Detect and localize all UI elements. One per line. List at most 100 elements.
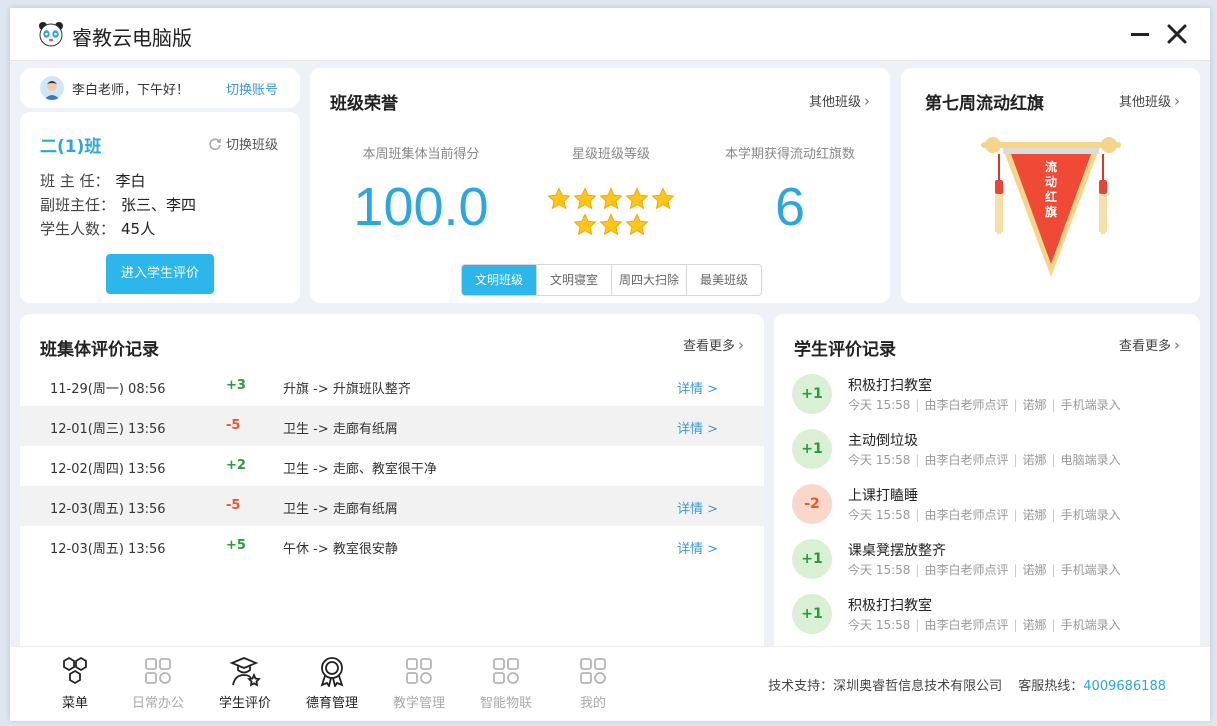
flag-count-value: 6: [774, 177, 806, 237]
enter-student-eval-button[interactable]: 进入学生评价: [106, 254, 214, 294]
score-badge: +1: [792, 539, 832, 579]
eval-title: 积极打扫教室: [848, 378, 932, 394]
bottom-nav-bar: 菜单 日常办公 学生评价 德育管理 教学管理 智能物联 我的 技术支持：深圳奥睿…: [10, 646, 1210, 721]
eval-time: 今天 15:58: [848, 453, 911, 467]
nav-item-student-eval[interactable]: 学生评价: [210, 655, 280, 711]
hotline-number: 4009686188: [1083, 679, 1166, 694]
eval-source: 手机端录入: [1060, 508, 1121, 522]
greeting-card: 李白老师，下午好！ 切换账号: [20, 68, 300, 108]
chevron-right-icon: ›: [1174, 92, 1180, 110]
nav-label: 菜单: [61, 696, 88, 711]
flag-other-class-link[interactable]: 其他班级 ›: [1119, 91, 1180, 110]
tab-thursday-cleaning[interactable]: 周四大扫除: [611, 265, 686, 295]
star-icon: [625, 213, 649, 236]
avatar[interactable]: [40, 76, 64, 100]
record-detail-link[interactable]: 详情 >: [677, 378, 718, 397]
flag-text: 流动红旗: [1044, 160, 1057, 219]
record-detail-link[interactable]: 详情 >: [677, 498, 718, 517]
apps-grid-icon: [145, 658, 171, 684]
nav-label: 学生评价: [218, 696, 271, 711]
eval-meta: 今天 15:58 | 由李白老师点评 | 诺娜 | 电脑端录入: [848, 453, 1121, 467]
nav-item-mine[interactable]: 我的: [558, 655, 628, 711]
star-icon: [573, 213, 597, 236]
switch-account-link[interactable]: 切换账号: [226, 79, 278, 98]
switch-class-button[interactable]: 切换班级: [208, 134, 278, 153]
list-item[interactable]: -2 上课打瞌睡 今天 15:58 | 由李白老师点评 | 诺娜 | 手机端录入: [792, 484, 1172, 539]
class-name: 二(1)班: [40, 137, 102, 157]
red-flag-card: 第七周流动红旗 其他班级 › 流动红旗: [901, 68, 1200, 303]
eval-title: 课桌凳摆放整齐: [848, 543, 946, 559]
star-icon: [651, 187, 675, 210]
class-records-title: 班集体评价记录: [40, 340, 159, 360]
eval-by: 由李白老师点评: [924, 453, 1009, 467]
tab-best-class[interactable]: 最美班级: [686, 265, 761, 295]
nav-label: 教学管理: [392, 696, 445, 711]
record-date: 11-29(周一) 08:56: [50, 382, 166, 397]
chevron-right-icon: ›: [1174, 336, 1180, 354]
student-records-card: 学生评价记录 查看更多 › +1 积极打扫教室 今天 15:58 | 由李白老师点评 |…: [774, 314, 1200, 654]
nav-item-iot[interactable]: 智能物联: [471, 655, 541, 711]
star-icon: [625, 187, 649, 210]
nav-item-moral-edu[interactable]: 德育管理: [297, 655, 367, 711]
eval-by: 由李白老师点评: [924, 398, 1009, 412]
eval-time: 今天 15:58: [848, 618, 911, 632]
student-records-more-link[interactable]: 查看更多 ›: [1119, 335, 1180, 354]
switch-class-label: 切换班级: [225, 138, 278, 153]
record-detail-link[interactable]: 详情 >: [677, 538, 718, 557]
eval-meta: 今天 15:58 | 由李白老师点评 | 诺娜 | 手机端录入: [848, 398, 1121, 412]
head-teacher-row: 班 主 任： 李白: [40, 170, 146, 191]
class-honor-card: 班级荣誉 其他班级 › 本周班集体当前得分 100.0 星级班级等级 本学期获得流…: [310, 68, 890, 303]
support-company: 技术支持：深圳奥睿哲信息技术有限公司: [768, 679, 1003, 694]
eval-meta: 今天 15:58 | 由李白老师点评 | 诺娜 | 手机端录入: [848, 618, 1121, 632]
record-desc: 卫生 -> 走廊有纸屑: [283, 502, 398, 517]
nav-item-office[interactable]: 日常办公: [123, 655, 193, 711]
weekly-score-value: 100.0: [353, 177, 489, 237]
eval-student: 诺娜: [1022, 508, 1047, 522]
student-records-title: 学生评价记录: [794, 340, 896, 360]
record-score: -5: [226, 498, 241, 513]
eval-title: 主动倒垃圾: [848, 433, 918, 449]
eval-by: 由李白老师点评: [924, 508, 1009, 522]
eval-time: 今天 15:58: [848, 508, 911, 522]
class-info-card: 二(1)班 切换班级 班 主 任： 李白 副班主任： 张三、李四 学生人数： 45人 …: [20, 112, 300, 303]
head-teacher-label: 班 主 任：: [40, 172, 110, 190]
student-count-value: 45人: [121, 220, 156, 238]
class-records-more-link[interactable]: 查看更多 ›: [683, 335, 744, 354]
minimize-icon[interactable]: [1128, 22, 1152, 46]
nav-item-menu[interactable]: 菜单: [40, 655, 110, 711]
tab-civilized-class[interactable]: 文明班级: [462, 265, 536, 295]
eval-source: 手机端录入: [1060, 398, 1121, 412]
list-item[interactable]: +1 课桌凳摆放整齐 今天 15:58 | 由李白老师点评 | 诺娜 | 手机端录入: [792, 539, 1172, 594]
record-desc: 升旗 -> 升旗班队整齐: [283, 382, 411, 397]
nav-item-teaching[interactable]: 教学管理: [384, 655, 454, 711]
honor-other-class-link[interactable]: 其他班级 ›: [809, 91, 870, 110]
eval-student: 诺娜: [1022, 398, 1047, 412]
student-count-row: 学生人数： 45人: [40, 218, 155, 239]
list-item[interactable]: +1 积极打扫教室 今天 15:58 | 由李白老师点评 | 诺娜 | 手机端录入: [792, 374, 1172, 429]
nav-label: 德育管理: [305, 696, 358, 711]
tab-civilized-dorm[interactable]: 文明寝室: [536, 265, 611, 295]
star-icon: [547, 187, 571, 210]
student-count-label: 学生人数：: [40, 220, 116, 238]
score-badge: +1: [792, 429, 832, 469]
record-detail-link[interactable]: 详情 >: [677, 418, 718, 437]
eval-source: 手机端录入: [1060, 563, 1121, 577]
star-level-label: 星级班级等级: [571, 147, 650, 162]
score-badge: +1: [792, 594, 832, 634]
apps-grid-icon: [580, 658, 606, 684]
nav-label: 我的: [579, 696, 606, 711]
medal-icon: [320, 657, 344, 687]
honor-category-tabs: 文明班级 文明寝室 周四大扫除 最美班级: [461, 264, 762, 296]
list-item[interactable]: +1 积极打扫教室 今天 15:58 | 由李白老师点评 | 诺娜 | 手机端录入: [792, 594, 1172, 649]
table-row: 11-29(周一) 08:56 +3 升旗 -> 升旗班队整齐 详情 >: [20, 366, 764, 406]
eval-title: 上课打瞌睡: [848, 488, 918, 504]
list-item[interactable]: +1 主动倒垃圾 今天 15:58 | 由李白老师点评 | 诺娜 | 电脑端录入: [792, 429, 1172, 484]
apps-grid-icon: [406, 658, 432, 684]
star-icon: [599, 213, 623, 236]
greeting-text: 李白老师，下午好！: [72, 83, 190, 98]
refresh-icon: [209, 138, 221, 151]
close-icon[interactable]: [1165, 22, 1189, 46]
eval-meta: 今天 15:58 | 由李白老师点评 | 诺娜 | 手机端录入: [848, 508, 1121, 522]
eval-by: 由李白老师点评: [924, 563, 1009, 577]
record-date: 12-03(周五) 13:56: [50, 502, 166, 517]
